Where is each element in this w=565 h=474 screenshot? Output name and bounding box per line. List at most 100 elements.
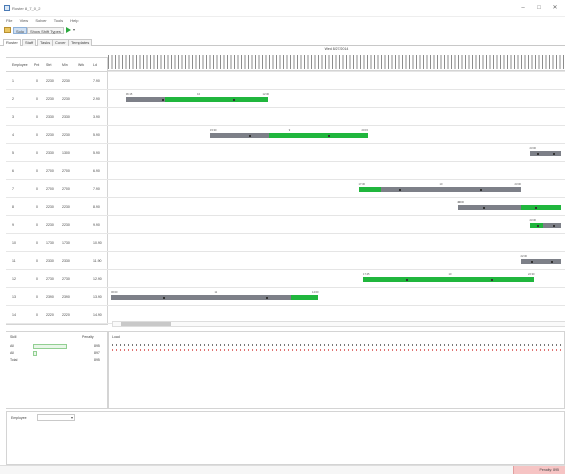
employee-cell-pnt: 0 (36, 151, 38, 155)
break-marker (537, 224, 540, 227)
gantt-row-divider (108, 197, 565, 198)
shift-time-label: 12:30 (262, 93, 270, 96)
menu-file[interactable]: File (6, 17, 12, 25)
employee-dropdown[interactable]: ▾ (37, 414, 75, 421)
skill-row[interactable]: All 897 (6, 350, 108, 356)
chevron-down-icon[interactable]: ▾ (73, 27, 80, 33)
employee-row[interactable]: 7 0 2700 2700 7.90 (6, 180, 108, 198)
col-start[interactable]: Strt (46, 63, 51, 67)
skill-total-row: Total 895 (6, 357, 108, 363)
col-min[interactable]: Min (62, 63, 68, 67)
load-row-overload (112, 349, 564, 351)
employee-cell-load: 5.90 (93, 133, 100, 137)
gantt-rows: 06:15 10 12:30 15:30 9 20:15 23:00 17:30 10 23:00… (108, 71, 565, 325)
menu-solver[interactable]: Solver (35, 17, 46, 25)
task-segment[interactable] (529, 223, 543, 228)
employee-row[interactable]: 5 0 2330 1300 5.90 (6, 144, 108, 162)
shift-bar[interactable] (457, 205, 561, 210)
scroll-thumb[interactable] (121, 322, 171, 326)
shift-bar[interactable] (529, 223, 561, 228)
employee-cell-id: 4 (12, 133, 14, 137)
employee-cell-id: 10 (12, 241, 16, 245)
status-penalty: Penalty: 895 (539, 468, 559, 472)
horizontal-scrollbar[interactable] (112, 321, 565, 327)
shift-bar[interactable] (520, 259, 561, 264)
menu-tools[interactable]: Tools (54, 17, 63, 25)
employee-row[interactable]: 4 0 2230 2230 5.90 (6, 126, 108, 144)
shift-bar[interactable] (358, 187, 521, 192)
employee-row[interactable]: 1 0 2230 2230 7.90 (6, 72, 108, 90)
task-segment[interactable] (268, 133, 368, 138)
menu-help[interactable]: Help (70, 17, 78, 25)
employee-row[interactable]: 13 0 2390 2390 13.90 (6, 288, 108, 306)
shift-bar[interactable] (125, 97, 269, 102)
employee-cell-id: 14 (12, 313, 16, 317)
col-work[interactable]: Wrk (78, 63, 84, 67)
employee-cell-pnt: 0 (36, 223, 38, 227)
employee-cell-min: 2230 (62, 223, 70, 227)
col-employee[interactable]: Employee (12, 63, 28, 67)
employee-cell-pnt: 0 (36, 79, 38, 83)
solo-button[interactable]: Solo (13, 27, 28, 34)
skills-panel: Skill Penalty All 895 All 897 Total 895 (6, 331, 108, 409)
employee-row[interactable]: 2 0 2230 2230 2.90 (6, 90, 108, 108)
col-load[interactable]: Ld (93, 63, 97, 67)
employee-row[interactable]: 12 0 2730 2730 12.90 (6, 270, 108, 288)
employee-cell-id: 2 (12, 97, 14, 101)
employee-cell-start: 2700 (46, 169, 54, 173)
task-segment[interactable] (291, 295, 318, 300)
close-icon[interactable]: ✕ (549, 3, 561, 13)
tab-roster[interactable]: Roster (3, 39, 21, 46)
employee-row[interactable]: 14 0 2220 2220 14.90 (6, 306, 108, 324)
col-pnt[interactable]: Pnt (34, 63, 39, 67)
tab-staff[interactable]: Staff (22, 39, 37, 46)
break-marker (535, 206, 538, 209)
employee-row[interactable]: 10 0 1730 1730 10.90 (6, 234, 108, 252)
skill-value-cell[interactable] (33, 350, 37, 356)
employee-cell-load: 9.90 (93, 223, 100, 227)
employee-cell-start: 2230 (46, 97, 54, 101)
employee-row[interactable]: 8 0 2230 2230 8.90 (6, 198, 108, 216)
show-shift-types-button[interactable]: Show Shift Types (27, 27, 64, 34)
skill-penalty: 895 (94, 344, 100, 348)
employee-filter-panel: Employee ▾ (6, 411, 565, 465)
employee-row[interactable]: 6 0 2700 2700 6.90 (6, 162, 108, 180)
employee-cell-start: 2230 (46, 223, 54, 227)
employee-cell-id: 6 (12, 169, 14, 173)
skill-value-cell[interactable] (33, 343, 67, 349)
shift-bar[interactable] (363, 277, 534, 282)
employee-cell-min: 2700 (62, 187, 70, 191)
employee-row[interactable]: 9 0 2230 2230 9.90 (6, 216, 108, 234)
employee-cell-pnt: 0 (36, 277, 38, 281)
break-marker (553, 224, 556, 227)
load-panel: Load (108, 331, 565, 409)
shift-time-label: 10 (457, 201, 461, 204)
open-folder-icon[interactable] (4, 27, 11, 33)
shift-time-label: 22:30 (528, 273, 535, 276)
task-segment[interactable] (363, 277, 534, 282)
maximize-icon[interactable]: □ (533, 3, 545, 13)
employee-cell-pnt: 0 (36, 205, 38, 209)
shift-time-label: 17:30 (358, 183, 366, 186)
shift-bar[interactable] (529, 151, 561, 156)
shift-bar[interactable] (210, 133, 368, 138)
title-bar: Roster 8_7_0_2 – □ ✕ (0, 0, 565, 17)
employee-cell-start: 2220 (46, 313, 54, 317)
skill-row[interactable]: All 895 (6, 343, 108, 349)
employee-row[interactable]: 11 0 2330 2330 11.90 (6, 252, 108, 270)
menu-view[interactable]: View (20, 17, 29, 25)
play-icon[interactable] (66, 27, 71, 33)
shift-bar[interactable] (111, 295, 318, 300)
break-marker (162, 296, 165, 299)
task-segment[interactable] (358, 187, 381, 192)
employee-cell-start: 2700 (46, 187, 54, 191)
task-segment[interactable] (164, 97, 269, 102)
tab-cover[interactable]: Cover (52, 39, 69, 46)
minimize-icon[interactable]: – (517, 3, 529, 13)
employee-row[interactable]: 3 0 2330 2330 3.90 (6, 108, 108, 126)
employee-cell-start: 2330 (46, 259, 54, 263)
tab-templates[interactable]: Templates (68, 39, 93, 46)
task-segment[interactable] (520, 205, 561, 210)
tab-tasks[interactable]: Tasks (37, 39, 54, 46)
break-marker (530, 260, 533, 263)
